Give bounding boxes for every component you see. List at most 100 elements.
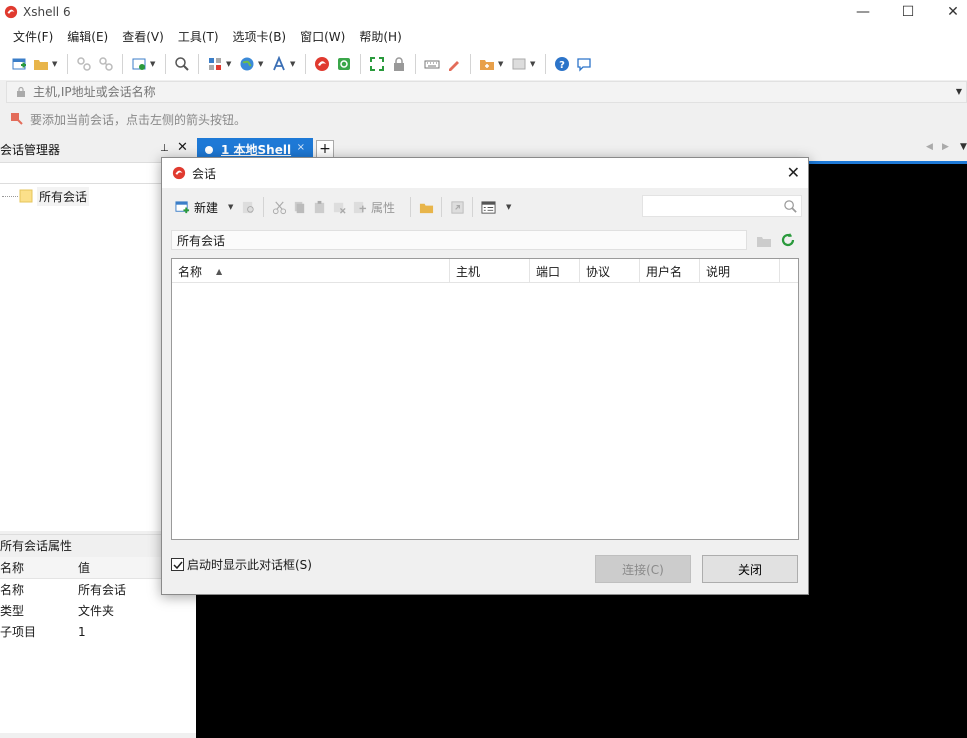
open-folder-icon[interactable] — [30, 53, 52, 75]
new-session-icon[interactable] — [172, 197, 192, 217]
dialog-toolbar: 新建 ▼ 属性 ▼ — [162, 192, 808, 222]
sort-ascending-icon: ▲ — [216, 266, 223, 276]
view-mode-icon[interactable] — [478, 197, 498, 217]
session-list-header: 名称 ▲ 主机 端口 协议 用户名 说明 — [172, 259, 798, 283]
globe-icon[interactable] — [236, 53, 258, 75]
close-icon[interactable]: ✕ — [177, 140, 188, 155]
add-folder-icon[interactable] — [476, 53, 498, 75]
reconnect-icon[interactable] — [128, 53, 150, 75]
tree-node-label: 所有会话 — [37, 186, 90, 206]
dialog-close-action-button[interactable]: 关闭 — [702, 555, 798, 583]
chevron-down-icon[interactable]: ▼ — [498, 60, 506, 68]
folder-icon[interactable] — [416, 197, 436, 217]
menu-edit[interactable]: 编辑(E) — [60, 28, 115, 45]
export-icon[interactable] — [447, 197, 467, 217]
chevron-down-icon[interactable]: ▼ — [956, 87, 962, 96]
properties-row: 子项目 1 — [0, 621, 196, 642]
search-icon[interactable] — [171, 53, 193, 75]
tab-close-icon[interactable]: × — [297, 142, 305, 153]
xshell-logo-icon — [172, 166, 186, 180]
tab-prev-icon[interactable]: ◀ — [926, 142, 933, 152]
column-username[interactable]: 用户名 — [640, 259, 700, 283]
tree-node-all-sessions[interactable]: 所有会话 — [0, 186, 90, 206]
folder-up-icon[interactable] — [756, 233, 772, 249]
window-titlebar: Xshell 6 — ☐ ✕ — [0, 0, 967, 24]
add-tab-button[interactable]: + — [316, 140, 334, 158]
menu-file[interactable]: 文件(F) — [6, 28, 60, 45]
compose-icon[interactable] — [508, 53, 530, 75]
cut-icon[interactable] — [269, 197, 289, 217]
menu-tools[interactable]: 工具(T) — [171, 28, 226, 45]
tab-list-icon[interactable]: ▼ — [960, 142, 967, 152]
properties-icon[interactable] — [349, 197, 369, 217]
layout-icon[interactable] — [204, 53, 226, 75]
keyboard-icon[interactable] — [421, 53, 443, 75]
property-name: 子项目 — [0, 625, 37, 639]
status-strip — [0, 733, 196, 738]
show-on-startup-checkbox[interactable]: 启动时显示此对话框(S) — [171, 556, 312, 573]
chevron-down-icon[interactable]: ▼ — [150, 60, 158, 68]
add-session-arrow-icon[interactable] — [10, 112, 24, 126]
search-icon[interactable] — [783, 199, 798, 214]
host-input[interactable] — [33, 85, 933, 99]
window-title: Xshell 6 — [23, 5, 71, 19]
fullscreen-icon[interactable] — [366, 53, 388, 75]
tree-connector — [2, 195, 18, 197]
column-description[interactable]: 说明 — [700, 259, 780, 283]
font-icon[interactable] — [268, 53, 290, 75]
column-port[interactable]: 端口 — [530, 259, 580, 283]
checkbox-label: 启动时显示此对话框(S) — [187, 558, 312, 572]
maximize-button[interactable]: ☐ — [888, 0, 928, 24]
session-path: 所有会话 — [171, 230, 747, 250]
refresh-icon[interactable] — [779, 231, 797, 249]
sessions-dialog: 会话 ✕ 新建 ▼ 属性 ▼ 所有会话 名称 ▲ 主机 端口 协议 用户名 说明… — [161, 157, 809, 595]
lock-icon[interactable] — [388, 53, 410, 75]
menu-help[interactable]: 帮助(H) — [352, 28, 408, 45]
disconnect-icon[interactable] — [95, 53, 117, 75]
minimize-button[interactable]: — — [843, 0, 883, 24]
checkbox-box[interactable] — [171, 558, 184, 571]
column-host[interactable]: 主机 — [450, 259, 530, 283]
chevron-down-icon[interactable]: ▼ — [258, 60, 266, 68]
toolbar-divider — [415, 54, 416, 74]
close-window-button[interactable]: ✕ — [933, 0, 967, 24]
menu-window[interactable]: 窗口(W) — [293, 28, 352, 45]
new-session-button[interactable]: 新建 — [194, 199, 218, 216]
chevron-down-icon[interactable]: ▼ — [530, 60, 538, 68]
chevron-down-icon[interactable]: ▼ — [226, 60, 234, 68]
paste-icon[interactable] — [309, 197, 329, 217]
chat-icon[interactable] — [573, 53, 595, 75]
toolbar-divider — [472, 197, 474, 217]
chevron-down-icon[interactable]: ▼ — [290, 60, 298, 68]
column-name[interactable]: 名称 ▲ — [172, 259, 450, 283]
session-list[interactable]: 名称 ▲ 主机 端口 协议 用户名 说明 — [171, 258, 799, 540]
chevron-down-icon[interactable]: ▼ — [228, 203, 236, 211]
xftp-icon[interactable] — [333, 53, 355, 75]
toolbar-divider — [410, 197, 412, 217]
delete-icon[interactable] — [329, 197, 349, 217]
session-search-input[interactable] — [642, 195, 802, 217]
menu-tabs[interactable]: 选项卡(B) — [226, 28, 294, 45]
copy-icon[interactable] — [289, 197, 309, 217]
menu-view[interactable]: 查看(V) — [115, 28, 171, 45]
properties-button[interactable]: 属性 — [371, 199, 395, 216]
xshell-icon[interactable] — [311, 53, 333, 75]
toolbar-divider — [165, 54, 166, 74]
dialog-close-button[interactable]: ✕ — [787, 163, 800, 182]
highlight-icon[interactable] — [443, 53, 465, 75]
column-protocol[interactable]: 协议 — [580, 259, 640, 283]
pin-icon[interactable]: ⊥ — [160, 143, 169, 154]
connect-icon[interactable] — [73, 53, 95, 75]
dialog-titlebar: 会话 ✕ — [162, 158, 808, 188]
chevron-down-icon[interactable]: ▼ — [506, 203, 514, 211]
toolbar-divider — [441, 197, 443, 217]
chevron-down-icon[interactable]: ▼ — [52, 60, 60, 68]
tab-next-icon[interactable]: ▶ — [942, 142, 949, 152]
help-icon[interactable]: ? — [551, 53, 573, 75]
new-session-icon[interactable] — [8, 53, 30, 75]
connect-button[interactable]: 连接(C) — [595, 555, 691, 583]
dialog-title: 会话 — [192, 166, 217, 181]
tab-status-dot — [205, 145, 213, 154]
toolbar-divider — [198, 54, 199, 74]
find-icon[interactable] — [238, 197, 258, 217]
